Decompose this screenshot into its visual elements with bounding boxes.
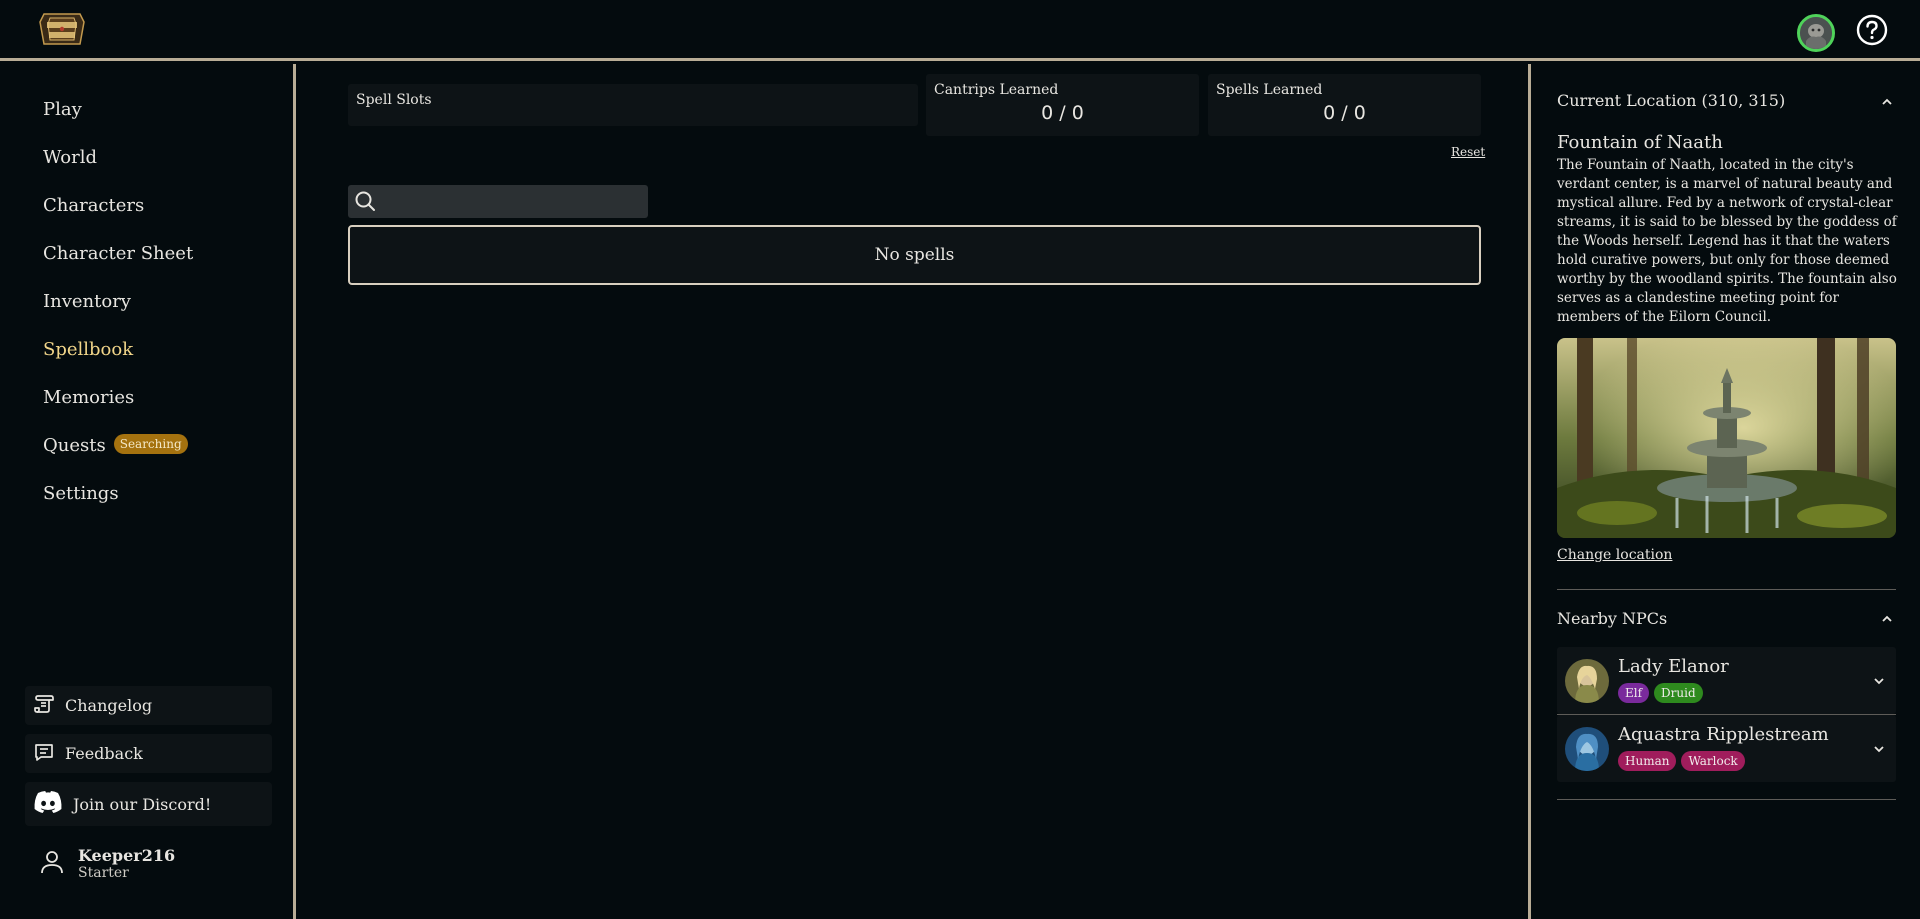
search-icon: [354, 190, 376, 216]
nearby-npcs-header[interactable]: Nearby NPCs: [1557, 609, 1667, 628]
quests-status-badge: Searching: [113, 434, 188, 454]
section-divider: [1557, 799, 1896, 800]
discord-button[interactable]: Join our Discord!: [25, 782, 272, 826]
discord-label: Join our Discord!: [73, 794, 212, 814]
changelog-label: Changelog: [65, 696, 153, 715]
cantrips-learned-card: Cantrips Learned 0 / 0: [926, 74, 1199, 136]
nav-quests-label: Quests: [43, 435, 106, 456]
location-image: [1557, 338, 1896, 538]
nav-character-sheet[interactable]: Character Sheet: [43, 243, 193, 264]
npc-tags: Elf Druid: [1618, 683, 1703, 703]
npc-card-aquastra-ripplestream[interactable]: Aquastra Ripplestream Human Warlock: [1557, 715, 1896, 782]
top-header: [0, 0, 1920, 61]
change-location-link[interactable]: Change location: [1557, 547, 1672, 563]
class-tag: Druid: [1654, 683, 1703, 703]
location-description: The Fountain of Naath, located in the ci…: [1557, 157, 1897, 325]
feedback-button[interactable]: Feedback: [25, 734, 272, 773]
section-divider: [1557, 589, 1896, 590]
scroll-icon: [33, 693, 55, 719]
npc-name: Lady Elanor: [1618, 656, 1729, 677]
npc-avatar: [1565, 659, 1609, 703]
empty-text: No spells: [874, 245, 955, 265]
changelog-button[interactable]: Changelog: [25, 686, 272, 725]
chevron-up-icon[interactable]: [1880, 94, 1894, 108]
discord-icon: [33, 790, 63, 818]
chevron-down-icon[interactable]: [1872, 673, 1886, 687]
nav-memories[interactable]: Memories: [43, 387, 134, 408]
nav-quests[interactable]: Quests Searching: [43, 434, 188, 456]
feedback-label: Feedback: [65, 744, 143, 763]
current-location-header[interactable]: Current Location (310, 315): [1557, 91, 1785, 110]
chevron-up-icon[interactable]: [1880, 611, 1894, 625]
user-icon: [38, 848, 66, 880]
spells-empty-state: No spells: [348, 225, 1481, 285]
npc-card-lady-elanor[interactable]: Lady Elanor Elf Druid: [1557, 647, 1896, 714]
nav-spellbook[interactable]: Spellbook: [43, 339, 133, 360]
race-tag: Human: [1618, 751, 1677, 771]
user-plan: Starter: [78, 865, 129, 881]
npc-tags: Human Warlock: [1618, 751, 1745, 771]
class-tag: Warlock: [1681, 751, 1745, 771]
user-avatar-button[interactable]: [1797, 14, 1835, 52]
friends-and-fables-logo[interactable]: [36, 10, 88, 48]
user-name: Keeper216: [78, 846, 176, 865]
nav-inventory[interactable]: Inventory: [43, 291, 131, 312]
spells-learned-label: Spells Learned: [1216, 82, 1323, 98]
nav-characters[interactable]: Characters: [43, 195, 144, 216]
npc-avatar: [1565, 727, 1609, 771]
location-name: Fountain of Naath: [1557, 132, 1723, 153]
nav-settings[interactable]: Settings: [43, 483, 119, 504]
spells-learned-card: Spells Learned 0 / 0: [1208, 74, 1481, 136]
reset-link[interactable]: Reset: [1451, 145, 1485, 159]
nav-play[interactable]: Play: [43, 99, 82, 120]
spells-learned-value: 0 / 0: [1323, 102, 1366, 124]
npc-name: Aquastra Ripplestream: [1618, 724, 1829, 745]
race-tag: Elf: [1618, 683, 1650, 703]
help-icon[interactable]: [1856, 14, 1888, 46]
spell-slots-label: Spell Slots: [356, 92, 432, 108]
nav-world[interactable]: World: [43, 147, 97, 168]
chat-icon: [33, 741, 55, 767]
user-profile[interactable]: Keeper216 Starter: [38, 846, 175, 881]
spell-search: [348, 185, 648, 218]
cantrips-learned-label: Cantrips Learned: [934, 82, 1059, 98]
chevron-down-icon[interactable]: [1872, 741, 1886, 755]
search-input[interactable]: [382, 185, 642, 218]
spell-slots-card: Spell Slots: [348, 84, 918, 126]
cantrips-learned-value: 0 / 0: [1041, 102, 1084, 124]
